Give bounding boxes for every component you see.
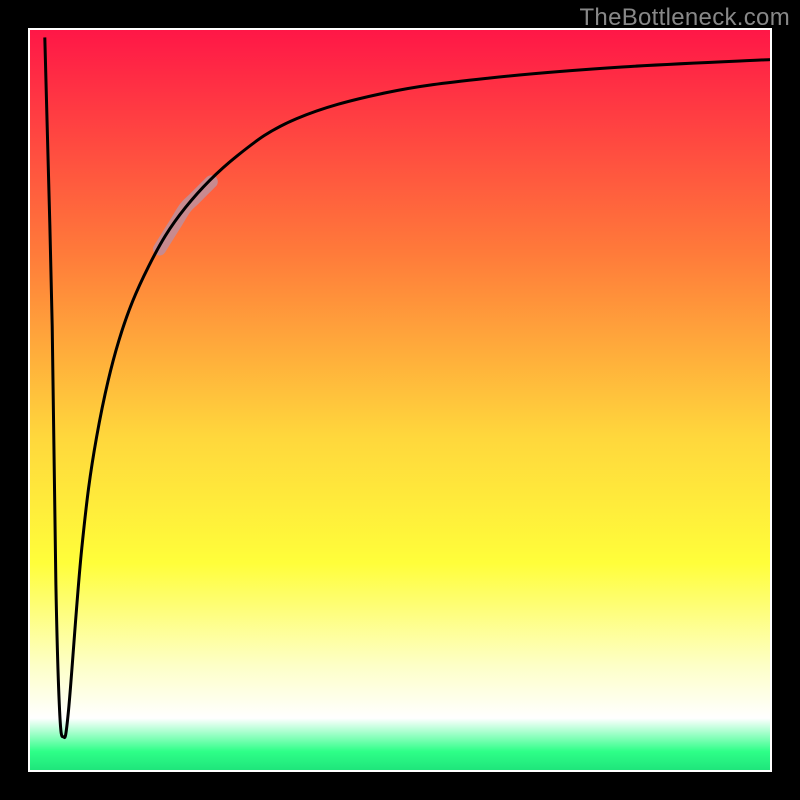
chart-container: TheBottleneck.com xyxy=(0,0,800,800)
watermark-text: TheBottleneck.com xyxy=(579,4,790,32)
gradient-field xyxy=(30,30,770,770)
bottleneck-chart xyxy=(0,0,800,800)
